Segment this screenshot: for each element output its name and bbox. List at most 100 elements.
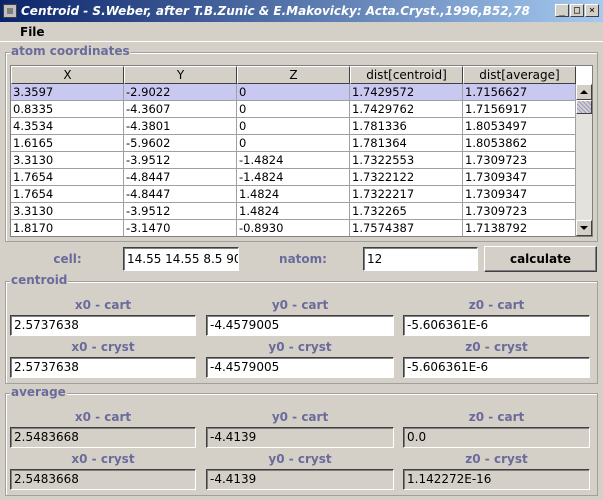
table-row[interactable]: 1.7654 -4.8447 -1.4824 1.7322122 1.7309347 bbox=[11, 169, 576, 186]
table-cell[interactable]: 0 bbox=[237, 84, 350, 101]
table-cell[interactable]: -4.8447 bbox=[124, 186, 237, 203]
scroll-thumb[interactable] bbox=[576, 100, 592, 114]
table-row[interactable]: 0.8335 -4.3607 0 1.7429762 1.7156917 bbox=[11, 101, 576, 118]
table-cell[interactable]: 1.8053862 bbox=[463, 135, 576, 152]
table-cell[interactable]: 1.7429762 bbox=[350, 101, 463, 118]
table-scrollbar[interactable] bbox=[576, 84, 592, 236]
table-cell[interactable]: -1.4824 bbox=[237, 152, 350, 169]
arrow-down-icon bbox=[580, 226, 588, 230]
centroid-x0-cart-field[interactable]: 2.5737638 bbox=[10, 315, 196, 336]
menu-bar: File bbox=[0, 22, 603, 42]
average-legend: average bbox=[10, 385, 67, 399]
average-x0-cryst-label: x0 - cryst bbox=[71, 452, 135, 466]
table-cell[interactable]: 1.7309723 bbox=[463, 152, 576, 169]
table-row[interactable]: 1.7654 -4.8447 1.4824 1.7322217 1.7309347 bbox=[11, 186, 576, 203]
table-cell[interactable]: 1.7309347 bbox=[463, 186, 576, 203]
table-cell[interactable]: 1.6165 bbox=[11, 135, 124, 152]
natom-input[interactable]: 12 bbox=[363, 247, 478, 271]
average-z0-cart-field: 0.0 bbox=[403, 427, 590, 448]
atom-table[interactable]: X Y Z dist[centroid] dist[average] 3.359… bbox=[10, 65, 593, 237]
centroid-x0-cart-label: x0 - cart bbox=[74, 298, 132, 312]
table-cell[interactable]: 0 bbox=[237, 118, 350, 135]
table-cell[interactable]: 3.3130 bbox=[11, 203, 124, 220]
table-cell[interactable]: 1.7574387 bbox=[350, 220, 463, 236]
centroid-z0-cart-label: z0 - cart bbox=[468, 298, 525, 312]
table-cell[interactable]: 0 bbox=[237, 101, 350, 118]
cell-label: cell: bbox=[53, 252, 82, 266]
average-z0-cryst-label: z0 - cryst bbox=[465, 452, 528, 466]
minimize-button[interactable]: _ bbox=[555, 4, 569, 17]
window-title: Centroid - S.Weber, after T.B.Zunic & E.… bbox=[21, 4, 530, 18]
column-header-x[interactable]: X bbox=[11, 66, 124, 84]
table-row[interactable]: 3.3597 -2.9022 0 1.7429572 1.7156627 bbox=[11, 84, 576, 101]
table-cell[interactable]: 1.7654 bbox=[11, 169, 124, 186]
table-cell[interactable]: 0.8335 bbox=[11, 101, 124, 118]
centroid-z0-cryst-label: z0 - cryst bbox=[465, 340, 528, 354]
table-cell[interactable]: -4.3607 bbox=[124, 101, 237, 118]
table-cell[interactable]: 1.7322553 bbox=[350, 152, 463, 169]
table-cell[interactable]: -3.9512 bbox=[124, 203, 237, 220]
table-cell[interactable]: 1.781336 bbox=[350, 118, 463, 135]
table-body: 3.3597 -2.9022 0 1.7429572 1.7156627 0.8335 -4… bbox=[11, 84, 576, 236]
table-cell[interactable]: 1.7322217 bbox=[350, 186, 463, 203]
close-button[interactable]: × bbox=[585, 4, 599, 17]
table-cell[interactable]: 1.4824 bbox=[237, 203, 350, 220]
scroll-down-button[interactable] bbox=[576, 220, 592, 236]
centroid-y0-cart-field[interactable]: -4.4579005 bbox=[206, 315, 394, 336]
atom-coordinates-legend: atom coordinates bbox=[10, 44, 131, 58]
table-cell[interactable]: 1.7429572 bbox=[350, 84, 463, 101]
column-header-dist-average[interactable]: dist[average] bbox=[463, 66, 576, 84]
table-cell[interactable]: 1.7309347 bbox=[463, 169, 576, 186]
natom-label: natom: bbox=[279, 252, 327, 266]
table-cell[interactable]: 1.7654 bbox=[11, 186, 124, 203]
table-cell[interactable]: 3.3130 bbox=[11, 152, 124, 169]
table-header: X Y Z dist[centroid] dist[average] bbox=[11, 66, 576, 84]
table-cell[interactable]: -4.3801 bbox=[124, 118, 237, 135]
average-z0-cart-label: z0 - cart bbox=[468, 410, 525, 424]
table-cell[interactable]: -4.8447 bbox=[124, 169, 237, 186]
centroid-y0-cryst-field[interactable]: -4.4579005 bbox=[206, 357, 394, 378]
average-x0-cart-label: x0 - cart bbox=[74, 410, 132, 424]
centroid-x0-cryst-label: x0 - cryst bbox=[71, 340, 135, 354]
table-cell[interactable]: -5.9602 bbox=[124, 135, 237, 152]
app-icon[interactable] bbox=[3, 4, 17, 18]
table-cell[interactable]: -0.8930 bbox=[237, 220, 350, 236]
centroid-z0-cryst-field[interactable]: -5.606361E-6 bbox=[403, 357, 590, 378]
column-header-z[interactable]: Z bbox=[237, 66, 350, 84]
table-row[interactable]: 1.8170 -3.1470 -0.8930 1.7574387 1.7138792 bbox=[11, 220, 576, 236]
centroid-z0-cart-field[interactable]: -5.606361E-6 bbox=[403, 315, 590, 336]
calculate-button[interactable]: calculate bbox=[484, 246, 597, 272]
centroid-x0-cryst-field[interactable]: 2.5737638 bbox=[10, 357, 196, 378]
average-y0-cryst-label: y0 - cryst bbox=[268, 452, 332, 466]
table-cell[interactable]: 1.7309723 bbox=[463, 203, 576, 220]
table-cell[interactable]: 1.7322122 bbox=[350, 169, 463, 186]
table-cell[interactable]: 1.4824 bbox=[237, 186, 350, 203]
table-cell[interactable]: 1.8053497 bbox=[463, 118, 576, 135]
table-cell[interactable]: 1.732265 bbox=[350, 203, 463, 220]
table-cell[interactable]: 1.7156627 bbox=[463, 84, 576, 101]
table-cell[interactable]: 1.7138792 bbox=[463, 220, 576, 236]
table-cell[interactable]: 4.3534 bbox=[11, 118, 124, 135]
column-header-dist-centroid[interactable]: dist[centroid] bbox=[350, 66, 463, 84]
table-row[interactable]: 3.3130 -3.9512 -1.4824 1.7322553 1.7309723 bbox=[11, 152, 576, 169]
average-y0-cryst-field: -4.4139 bbox=[206, 469, 394, 490]
table-cell[interactable]: 1.7156917 bbox=[463, 101, 576, 118]
table-cell[interactable]: 1.8170 bbox=[11, 220, 124, 236]
cell-input[interactable]: 14.55 14.55 8.5 90 90 120 bbox=[123, 247, 239, 271]
table-row[interactable]: 3.3130 -3.9512 1.4824 1.732265 1.7309723 bbox=[11, 203, 576, 220]
title-bar[interactable]: Centroid - S.Weber, after T.B.Zunic & E.… bbox=[0, 0, 603, 22]
table-row[interactable]: 1.6165 -5.9602 0 1.781364 1.8053862 bbox=[11, 135, 576, 152]
table-cell[interactable]: -1.4824 bbox=[237, 169, 350, 186]
column-header-y[interactable]: Y bbox=[124, 66, 237, 84]
table-cell[interactable]: -2.9022 bbox=[124, 84, 237, 101]
maximize-button[interactable]: □ bbox=[570, 4, 584, 17]
table-cell[interactable]: 0 bbox=[237, 135, 350, 152]
table-cell[interactable]: 1.781364 bbox=[350, 135, 463, 152]
table-cell[interactable]: -3.1470 bbox=[124, 220, 237, 236]
menu-file[interactable]: File bbox=[20, 25, 45, 39]
scroll-up-button[interactable] bbox=[576, 84, 592, 100]
average-z0-cryst-field: 1.142272E-16 bbox=[403, 469, 590, 490]
table-row[interactable]: 4.3534 -4.3801 0 1.781336 1.8053497 bbox=[11, 118, 576, 135]
table-cell[interactable]: 3.3597 bbox=[11, 84, 124, 101]
table-cell[interactable]: -3.9512 bbox=[124, 152, 237, 169]
